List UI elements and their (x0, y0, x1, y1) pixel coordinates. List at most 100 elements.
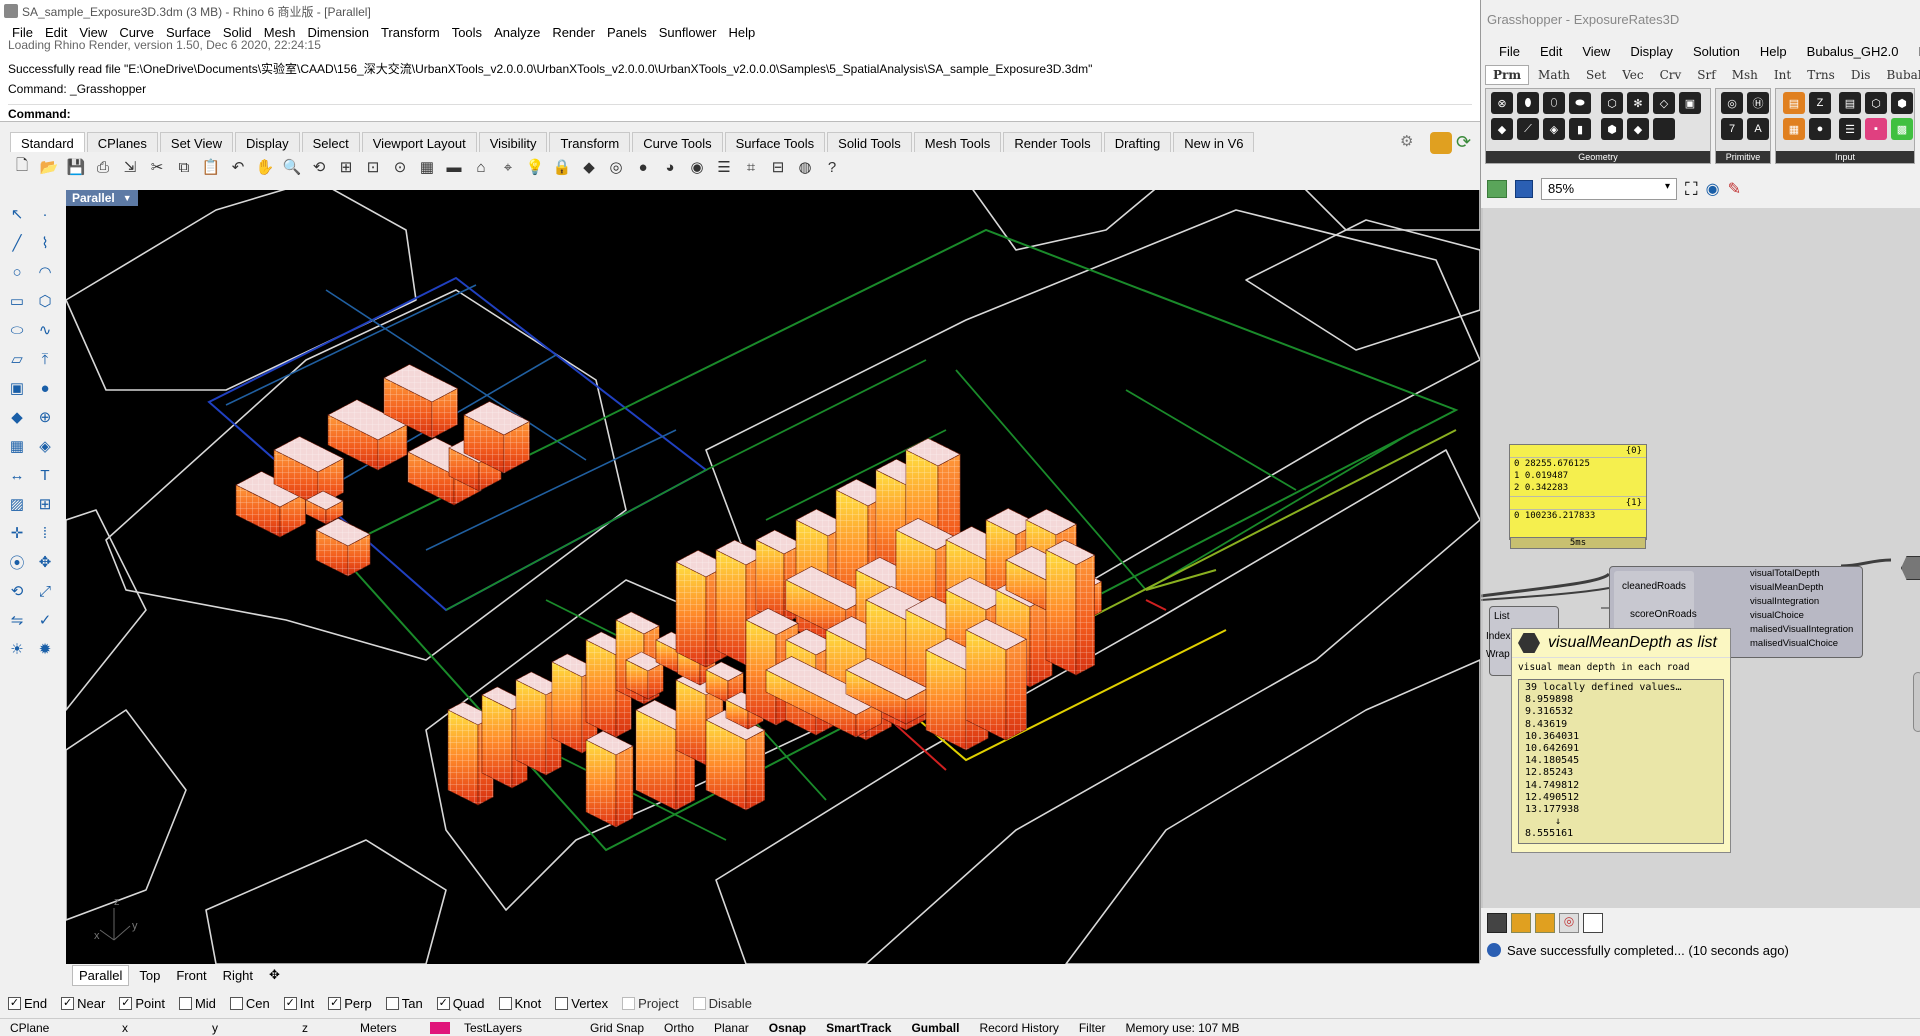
extrude-icon[interactable]: ⤒ (32, 346, 58, 372)
layer-indicator[interactable]: TestLayers (420, 1021, 580, 1035)
render-icon[interactable]: ☀ (4, 636, 30, 662)
arc-icon[interactable]: ◠ (32, 259, 58, 285)
car-icon[interactable]: ▬ (442, 155, 466, 179)
checkbox[interactable]: ✓ (436, 996, 450, 1010)
param-14-icon[interactable] (1653, 118, 1675, 140)
units-label[interactable]: Meters (350, 1021, 420, 1035)
paste-icon[interactable]: 📋 (199, 155, 223, 179)
color-wheel-icon[interactable]: ◎ (604, 155, 628, 179)
smarttrack-toggle[interactable]: SmartTrack (816, 1021, 901, 1035)
list-input[interactable]: List (1494, 611, 1510, 622)
param-24-icon[interactable]: ▦ (1783, 118, 1805, 140)
zoom-dropdown[interactable]: 85% ▾ (1541, 178, 1677, 200)
sketch-pen-icon[interactable]: ✎ (1728, 179, 1741, 199)
param-11-icon[interactable]: ▮ (1569, 118, 1591, 140)
output-panel[interactable]: {0} 0 28255.676125 1 0.019487 2 0.342283 {… (1509, 444, 1647, 549)
param-19-icon[interactable]: ▤ (1783, 92, 1805, 114)
wrap-input[interactable]: Wrap (1486, 649, 1510, 660)
line-icon[interactable]: ╱ (4, 230, 30, 256)
gh-menu-edit[interactable]: Edit (1530, 44, 1572, 59)
grid-icon[interactable]: ▦ (415, 155, 439, 179)
cut-icon[interactable]: ✂ (145, 155, 169, 179)
tab-render-tools[interactable]: Render Tools (1003, 132, 1102, 152)
add-view-icon[interactable]: ✥ (263, 965, 286, 985)
param-17-icon[interactable]: 7 (1721, 118, 1743, 140)
zoom-window-icon[interactable]: ⊞ (334, 155, 358, 179)
canvas-scrollbar[interactable] (1913, 672, 1920, 732)
tab-cplanes[interactable]: CPlanes (86, 132, 158, 152)
param-28-icon[interactable]: ▩ (1891, 118, 1913, 140)
refresh-icon[interactable]: ⟳ (1456, 132, 1471, 153)
param-6-icon[interactable]: ◇ (1653, 92, 1675, 114)
pan-icon[interactable]: ✋ (253, 155, 277, 179)
checkbox[interactable] (555, 996, 569, 1010)
checkbox[interactable] (622, 996, 636, 1010)
gh-tab-msh[interactable]: Msh (1725, 66, 1765, 84)
light-icon[interactable]: ✹ (32, 636, 58, 662)
param-5-icon[interactable]: ✻ (1627, 92, 1649, 114)
box-icon[interactable]: ▣ (4, 375, 30, 401)
param-1-icon[interactable]: ⬮ (1517, 92, 1539, 114)
gh-tab-vec[interactable]: Vec (1615, 66, 1650, 84)
open-file-icon[interactable]: 📂 (37, 155, 61, 179)
checkbox[interactable] (692, 996, 706, 1010)
gh-tab-srf[interactable]: Srf (1690, 66, 1722, 84)
gh-tab-math[interactable]: Math (1531, 66, 1577, 84)
viewport-title[interactable]: Parallel ▼ (66, 190, 138, 206)
mirror-icon[interactable]: ⇋ (4, 607, 30, 633)
output-malisedvisualintegration[interactable]: malisedVisualIntegration (1750, 624, 1862, 638)
osnap-cen[interactable]: Cen (229, 996, 270, 1011)
param-3-icon[interactable]: ⬬ (1569, 92, 1591, 114)
filter-toggle[interactable]: Filter (1069, 1021, 1116, 1035)
tab-solid-tools[interactable]: Solid Tools (827, 132, 912, 152)
select-icon[interactable]: ↖ (4, 201, 30, 227)
osnap-point[interactable]: ✓ Point (119, 996, 165, 1011)
menu-help[interactable]: Help (723, 25, 762, 40)
zoom-extents-icon[interactable]: ⊡ (361, 155, 385, 179)
tab-transform[interactable]: Transform (549, 132, 631, 152)
parallel-viewport[interactable]: Parallel ▼ z y x (66, 190, 1480, 964)
output-malisedvisualchoice[interactable]: malisedVisualChoice (1750, 638, 1862, 652)
snap-options-icon[interactable]: ⌗ (739, 155, 763, 179)
tab-new-in-v6[interactable]: New in V6 (1173, 132, 1255, 152)
osnap-end[interactable]: ✓ End (8, 996, 47, 1011)
globe-icon[interactable]: ◍ (793, 155, 817, 179)
preview-mesh-icon[interactable] (1511, 913, 1531, 933)
sphere-blue-icon[interactable]: ◉ (685, 155, 709, 179)
save-file-icon[interactable] (1515, 180, 1533, 198)
gh-tab-prm[interactable]: Prm (1485, 65, 1530, 85)
checkbox[interactable]: ✓ (8, 996, 21, 1010)
menu-tools[interactable]: Tools (446, 25, 488, 40)
preview-eye-icon[interactable]: ◉ (1706, 179, 1720, 199)
gh-menu-me[interactable]: Me (1908, 44, 1920, 59)
command-prompt[interactable]: Command: (8, 104, 1472, 121)
save-file-icon[interactable]: 💾 (64, 155, 88, 179)
gh-menu-bubalus-gh2-0[interactable]: Bubalus_GH2.0 (1797, 44, 1909, 59)
gh-menu-display[interactable]: Display (1620, 44, 1683, 59)
param-12-icon[interactable]: ⬢ (1601, 118, 1623, 140)
bake-icon[interactable] (1487, 913, 1507, 933)
menu-panels[interactable]: Panels (601, 25, 653, 40)
sphere-shaded-icon[interactable]: ● (631, 155, 655, 179)
input-cleanedroads[interactable]: cleanedRoads (1622, 581, 1686, 592)
param-9-icon[interactable]: ⟋ (1517, 118, 1539, 140)
param-2-icon[interactable]: ⬯ (1543, 92, 1565, 114)
param-4-icon[interactable]: ⬡ (1601, 92, 1623, 114)
layer-icon[interactable]: ◆ (577, 155, 601, 179)
mesh-icon[interactable]: ▦ (4, 433, 30, 459)
viewport-layout-icon[interactable]: ⊟ (766, 155, 790, 179)
grasshopper-canvas[interactable]: {0} 0 28255.676125 1 0.019487 2 0.342283 {… (1481, 208, 1920, 908)
print-icon[interactable]: ⎙ (91, 155, 115, 179)
tab-standard[interactable]: Standard (10, 132, 85, 152)
output-visualmeandepth[interactable]: visualMeanDepth (1750, 582, 1862, 596)
osnap-quad[interactable]: ✓ Quad (436, 996, 485, 1011)
grasshopper-launch-icon[interactable] (1430, 132, 1452, 154)
gh-menu-solution[interactable]: Solution (1683, 44, 1750, 59)
rectangle-icon[interactable]: ▭ (4, 288, 30, 314)
checkbox[interactable] (498, 996, 512, 1010)
undo-icon[interactable]: ↶ (226, 155, 250, 179)
gh-menu-help[interactable]: Help (1750, 44, 1797, 59)
output-visualintegration[interactable]: visualIntegration (1750, 596, 1862, 610)
view-tab-right[interactable]: Right (217, 966, 259, 985)
tab-mesh-tools[interactable]: Mesh Tools (913, 132, 1002, 152)
